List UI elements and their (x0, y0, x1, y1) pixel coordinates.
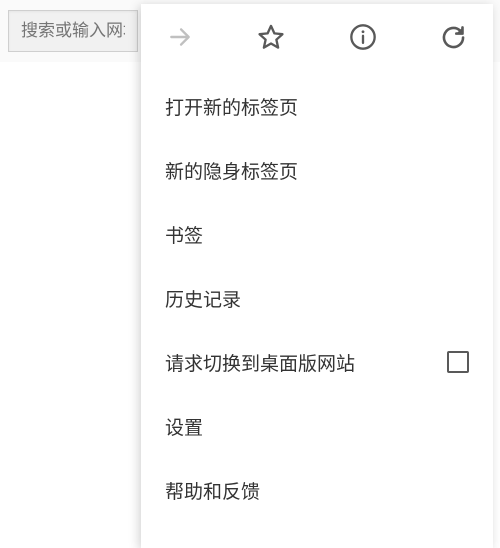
menu-item-new-tab[interactable]: 打开新的标签页 (141, 74, 493, 138)
desktop-site-checkbox[interactable] (447, 351, 469, 373)
overflow-menu-panel: 打开新的标签页 新的隐身标签页 书签 历史记录 请求切换到桌面版网站 设置 帮助… (141, 4, 493, 548)
forward-arrow-icon (167, 24, 193, 50)
info-button[interactable] (348, 22, 378, 52)
menu-item-label: 打开新的标签页 (165, 93, 298, 120)
bookmark-button[interactable] (256, 22, 286, 52)
reload-icon (440, 24, 467, 51)
menu-item-bookmarks[interactable]: 书签 (141, 202, 493, 266)
menu-item-settings[interactable]: 设置 (141, 394, 493, 458)
menu-item-label: 新的隐身标签页 (165, 157, 298, 184)
menu-item-desktop-site[interactable]: 请求切换到桌面版网站 (141, 330, 493, 394)
menu-items-list: 打开新的标签页 新的隐身标签页 书签 历史记录 请求切换到桌面版网站 设置 帮助… (141, 66, 493, 530)
info-icon (349, 23, 377, 51)
forward-button[interactable] (165, 22, 195, 52)
menu-item-label: 请求切换到桌面版网站 (165, 349, 355, 376)
menu-item-help[interactable]: 帮助和反馈 (141, 458, 493, 522)
menu-item-incognito[interactable]: 新的隐身标签页 (141, 138, 493, 202)
menu-item-history[interactable]: 历史记录 (141, 266, 493, 330)
menu-item-label: 设置 (165, 413, 203, 440)
menu-item-label: 历史记录 (165, 285, 241, 312)
reload-button[interactable] (439, 22, 469, 52)
menu-toolbar (141, 4, 493, 66)
menu-item-label: 帮助和反馈 (165, 477, 260, 504)
menu-item-label: 书签 (165, 221, 203, 248)
search-input[interactable] (8, 10, 138, 52)
star-icon (257, 23, 285, 51)
